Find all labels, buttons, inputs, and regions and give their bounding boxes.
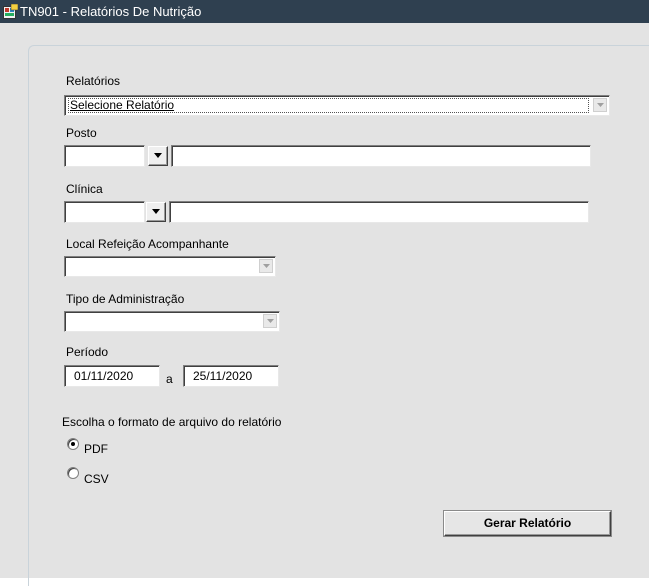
local-refeicao-select[interactable] <box>64 256 276 277</box>
chevron-down-icon[interactable] <box>259 259 273 273</box>
posto-code-input[interactable] <box>64 145 145 167</box>
window-titlebar: TN901 - Relatórios De Nutrição <box>0 0 649 23</box>
periodo-end-input[interactable]: 25/11/2020 <box>183 365 279 387</box>
csv-radio-label[interactable]: CSV <box>84 472 109 486</box>
tipo-administracao-select[interactable] <box>64 311 280 332</box>
chevron-down-icon[interactable] <box>263 314 277 328</box>
relatorios-label: Relatórios <box>66 74 121 88</box>
pdf-radio-label[interactable]: PDF <box>84 442 108 456</box>
radio-selected-dot <box>71 442 75 446</box>
pdf-radio[interactable] <box>67 438 79 450</box>
window-title: TN901 - Relatórios De Nutrição <box>20 4 202 19</box>
periodo-start-value: 01/11/2020 <box>74 369 134 383</box>
posto-description-input[interactable] <box>171 145 591 167</box>
clinica-code-input[interactable] <box>64 201 145 223</box>
gerar-relatorio-button[interactable]: Gerar Relatório <box>444 511 611 536</box>
formato-label: Escolha o formato de arquivo do relatóri… <box>62 415 282 429</box>
form-panel: Relatórios Selecione Relatório Posto Clí… <box>0 23 649 586</box>
csv-radio[interactable] <box>67 467 79 479</box>
chevron-down-icon[interactable] <box>593 98 607 112</box>
local-refeicao-label: Local Refeição Acompanhante <box>66 237 229 251</box>
periodo-end-value: 25/11/2020 <box>193 369 253 383</box>
clinica-description-input[interactable] <box>169 201 589 223</box>
periodo-separator: a <box>166 372 173 386</box>
relatorios-select[interactable]: Selecione Relatório <box>64 95 610 116</box>
app-form-icon <box>3 3 19 19</box>
posto-label: Posto <box>66 126 97 140</box>
periodo-start-input[interactable]: 01/11/2020 <box>64 365 160 387</box>
relatorios-value: Selecione Relatório <box>70 98 175 112</box>
periodo-label: Período <box>66 345 109 359</box>
chevron-down-icon <box>154 153 162 158</box>
clinica-label: Clínica <box>66 182 103 196</box>
chevron-down-icon <box>152 209 160 214</box>
tipo-administracao-label: Tipo de Administração <box>66 292 185 306</box>
posto-lov-button[interactable] <box>148 146 168 166</box>
clinica-lov-button[interactable] <box>146 202 166 222</box>
